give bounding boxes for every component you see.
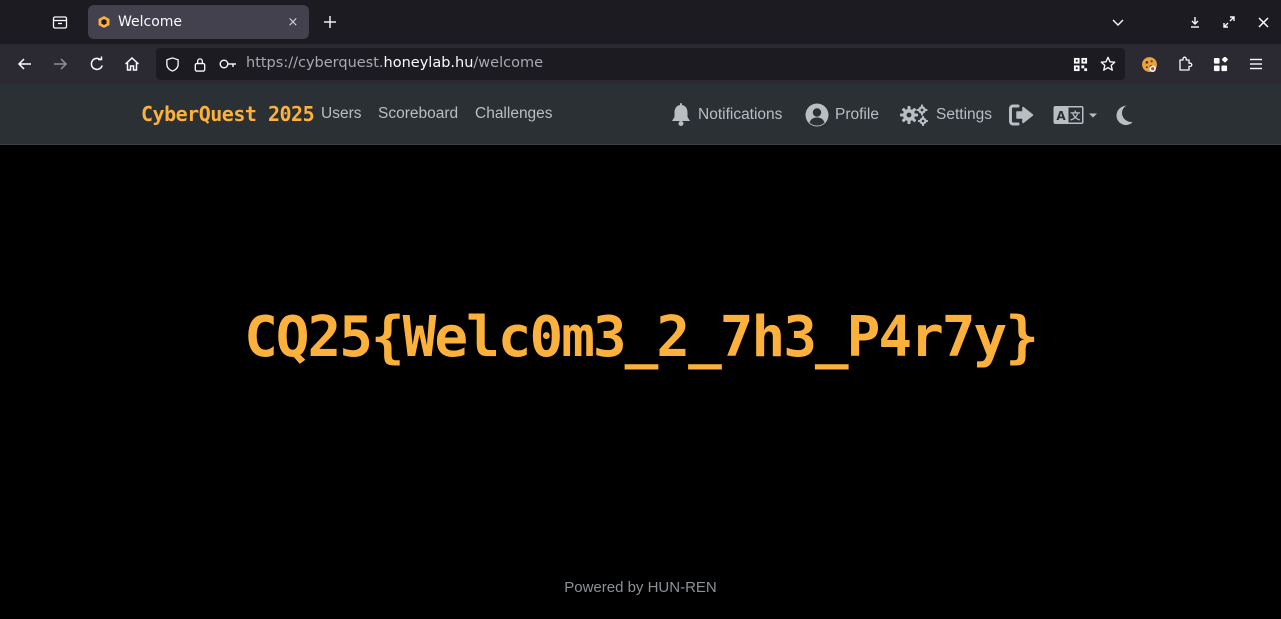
site-brand[interactable]: CyberQuest 2025 [141,102,315,126]
flag-heading: CQ25{Welc0m3_2_7h3_P4r7y} [244,305,1039,370]
main-content: CQ25{Welc0m3_2_7h3_P4r7y} Powered by HUN… [0,145,1281,619]
back-icon [17,58,31,70]
browser-tab-strip: Welcome × [0,0,1281,44]
tab-title: Welcome [118,14,183,30]
nav-link-challenges[interactable]: Challenges [475,105,553,123]
url-path: /welcome [473,55,543,71]
app-menu-button[interactable] [1240,48,1272,80]
nav-settings-label: Settings [936,106,993,123]
nav-profile[interactable]: Profile [805,100,879,130]
back-button[interactable] [9,48,41,80]
tab-list-button[interactable] [44,6,76,38]
moon-icon [1116,105,1133,125]
cookie-extension-icon [1141,56,1157,72]
list-all-tabs-button[interactable] [1104,8,1132,36]
footer-text: Powered by HUN-REN [564,579,717,596]
logout-button[interactable] [1009,100,1034,130]
favicon-hexagon-icon [96,14,112,30]
nav-link-scoreboard[interactable]: Scoreboard [378,105,458,123]
svg-text:A: A [1056,109,1066,123]
close-window-button[interactable] [1249,8,1277,36]
gears-icon [900,104,928,126]
extensions-button[interactable] [1169,48,1201,80]
chevron-down-icon [1112,19,1124,26]
key-icon[interactable] [219,56,237,72]
browser-toolbar: https://cyberquest.honeylab.hu/welcome [0,44,1281,84]
home-button[interactable] [116,48,148,80]
language-icon: A文 [1053,106,1084,124]
reload-button[interactable] [81,48,113,80]
minimize-button[interactable] [1181,8,1209,36]
forward-button[interactable] [44,48,76,80]
home-icon [124,56,140,71]
cookie-extension-button[interactable] [1133,48,1165,80]
extensions-grid-icon [1213,56,1228,71]
url-text[interactable]: https://cyberquest.honeylab.hu/welcome [246,55,543,71]
theme-toggle[interactable] [1113,100,1133,130]
bell-icon [672,103,690,126]
nav-notifications-label: Notifications [698,106,783,123]
nav-profile-label: Profile [835,106,879,123]
tab-welcome[interactable]: Welcome × [88,5,309,39]
nav-notifications[interactable]: Notifications [670,100,782,130]
tab-list-icon [52,16,68,29]
puzzle-extensions-icon [1179,56,1193,71]
user-circle-icon [805,103,829,127]
close-icon[interactable]: × [285,14,301,30]
nav-link-users[interactable]: Users [321,105,361,123]
extensions-grid-button[interactable] [1204,48,1236,80]
svg-text:文: 文 [1070,110,1081,123]
url-host: honeylab.hu [383,55,474,71]
maximize-button[interactable] [1215,8,1243,36]
fullscreen-icon [1223,16,1235,28]
logout-icon [1009,104,1034,126]
window-close-icon [1257,16,1269,28]
forward-icon [54,58,68,70]
caret-down-icon [1089,113,1097,118]
reload-icon [90,56,103,71]
qr-code-icon[interactable] [1072,56,1088,72]
download-icon [1191,17,1199,28]
new-tab-button[interactable] [316,8,344,36]
bookmark-star-icon[interactable] [1100,56,1116,72]
shield-icon[interactable] [164,56,180,72]
plus-icon [324,16,336,28]
lock-icon[interactable] [192,56,208,72]
site-navbar: CyberQuest 2025 Users Scoreboard Challen… [0,84,1281,145]
url-scheme: https://cyberquest. [246,55,384,71]
hamburger-menu-icon [1250,58,1262,70]
language-dropdown[interactable]: A文 [1053,100,1099,130]
address-bar[interactable]: https://cyberquest.honeylab.hu/welcome [156,48,1125,80]
nav-settings[interactable]: Settings [899,100,992,130]
